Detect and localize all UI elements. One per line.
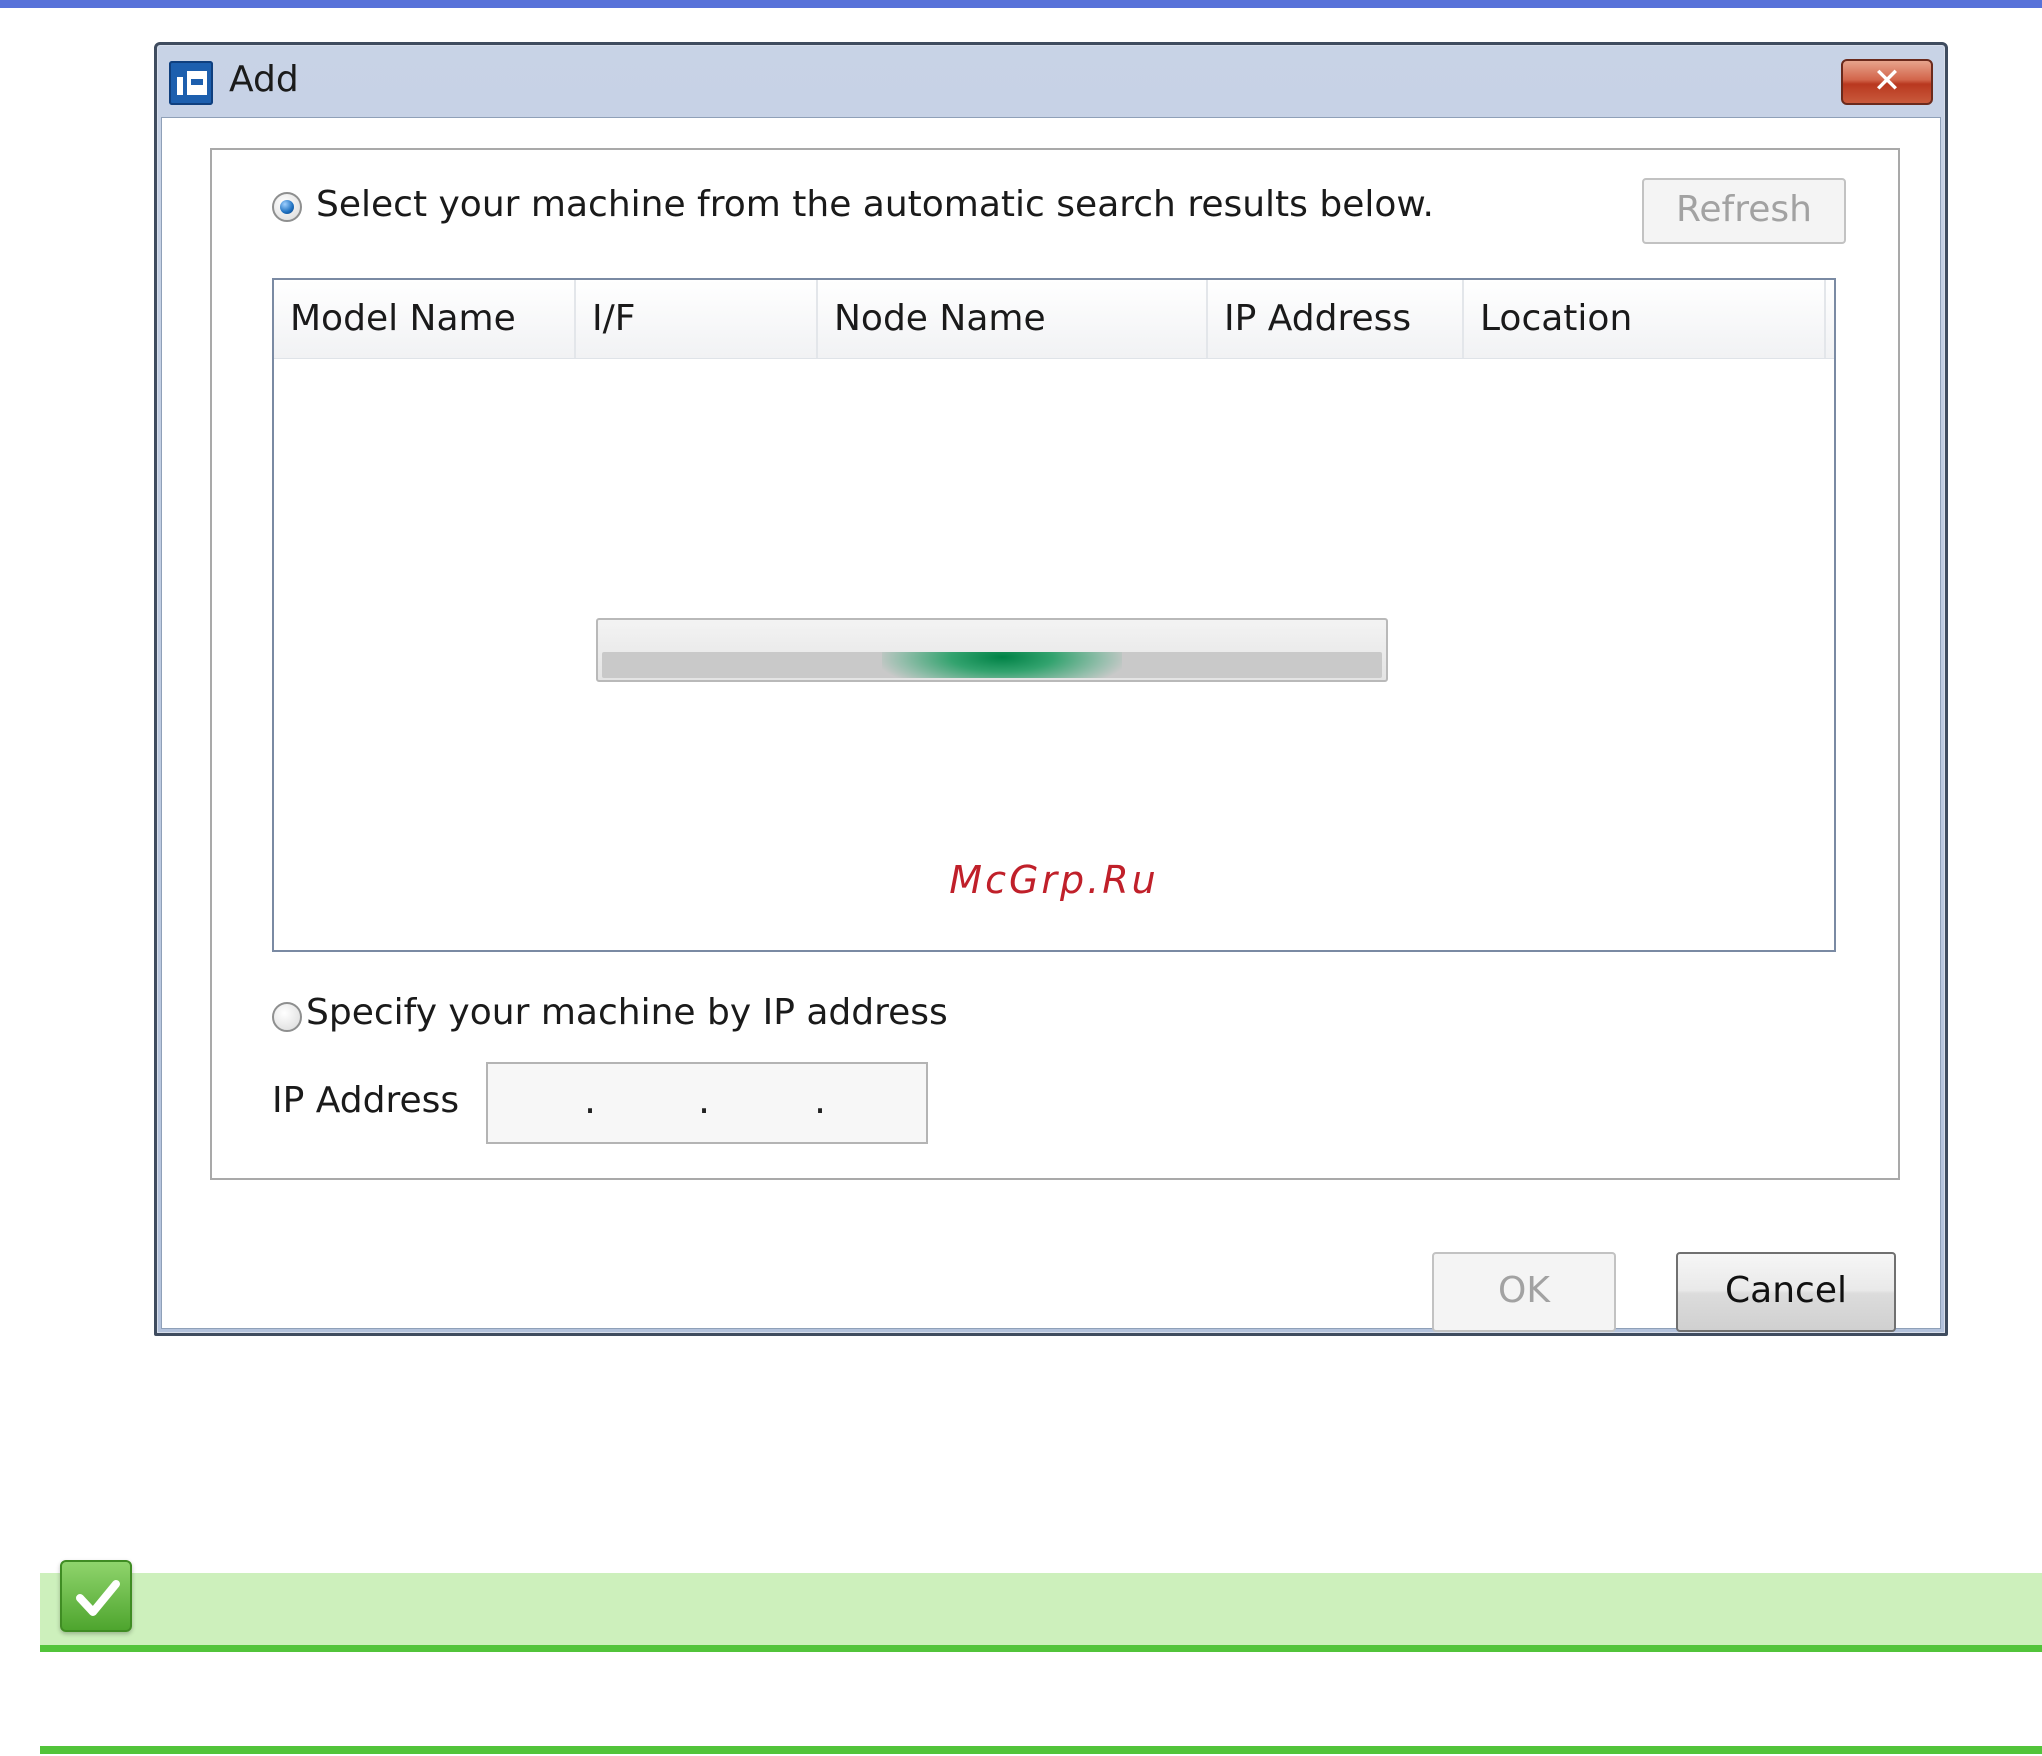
printer-add-icon xyxy=(169,61,213,105)
note-bottom-line xyxy=(40,1746,2042,1754)
list-header: Model Name I/F Node Name IP Address Loca… xyxy=(274,280,1834,359)
progress-track xyxy=(602,652,1382,678)
title-bar[interactable]: Add ✕ xyxy=(157,45,1945,115)
machine-selection-group: Select your machine from the automatic s… xyxy=(210,148,1900,1180)
cancel-button[interactable]: Cancel xyxy=(1676,1252,1896,1332)
ip-address-field-label: IP Address xyxy=(272,1080,460,1121)
search-progress-bar xyxy=(596,618,1388,682)
auto-search-label[interactable]: Select your machine from the automatic s… xyxy=(316,184,1434,225)
column-interface[interactable]: I/F xyxy=(576,280,818,358)
auto-search-radio[interactable] xyxy=(272,192,302,222)
close-button[interactable]: ✕ xyxy=(1841,59,1933,105)
column-model-name[interactable]: Model Name xyxy=(274,280,576,358)
note-bar xyxy=(40,1573,2042,1652)
close-icon: ✕ xyxy=(1872,61,1902,101)
search-results-list[interactable]: Model Name I/F Node Name IP Address Loca… xyxy=(272,278,1836,952)
checkmark-icon xyxy=(60,1560,132,1632)
progress-indicator xyxy=(882,652,1122,678)
ok-button[interactable]: OK xyxy=(1432,1252,1616,1332)
ip-separator: . xyxy=(814,1078,827,1122)
dialog-client-area: Select your machine from the automatic s… xyxy=(161,117,1941,1332)
ip-address-option-label[interactable]: Specify your machine by IP address xyxy=(306,992,948,1033)
column-location[interactable]: Location xyxy=(1464,280,1826,358)
refresh-button[interactable]: Refresh xyxy=(1642,178,1846,244)
column-ip-address[interactable]: IP Address xyxy=(1208,280,1464,358)
window-title: Add xyxy=(229,59,299,100)
top-accent-bar xyxy=(0,0,2042,8)
watermark-text: McGrp.Ru xyxy=(949,858,1159,902)
column-node-name[interactable]: Node Name xyxy=(818,280,1208,358)
ip-address-input[interactable]: . . . xyxy=(486,1062,928,1144)
ip-separator: . xyxy=(584,1078,597,1122)
add-dialog: Add ✕ Select your machine from the autom… xyxy=(154,42,1948,1336)
ip-address-radio[interactable] xyxy=(272,1002,302,1032)
ip-separator: . xyxy=(698,1078,711,1122)
